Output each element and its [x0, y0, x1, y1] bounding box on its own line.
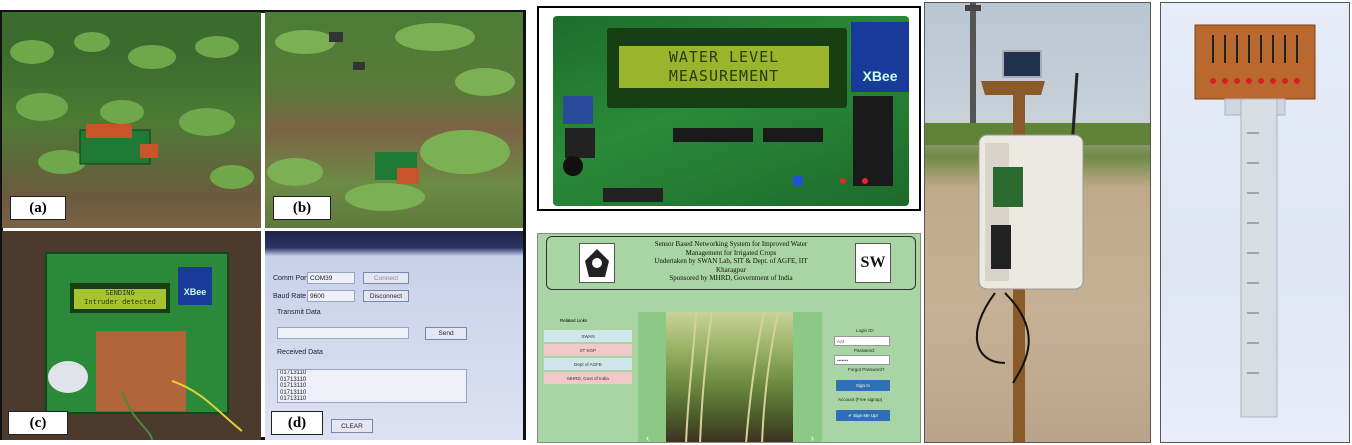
panel-label-b: (b) — [273, 196, 331, 220]
disconnect-button[interactable]: Disconnect — [363, 290, 409, 302]
received-data-list[interactable]: 01713110 01713110 01713110 01713110 0171… — [277, 369, 467, 403]
related-links-heading: Related Links — [560, 318, 588, 323]
sign-in-button[interactable]: Sign In — [836, 380, 890, 391]
send-button[interactable]: Send — [425, 327, 467, 340]
transmit-data-input[interactable] — [277, 327, 409, 339]
received-data-label: Received Data — [277, 349, 323, 356]
slider-next-icon[interactable]: › — [811, 433, 814, 442]
water-level-probe-photo — [1160, 2, 1350, 443]
baud-rate-select[interactable]: 9600 — [307, 290, 355, 302]
comm-port-select[interactable]: COM39 — [307, 272, 355, 284]
link-dept-agfe[interactable]: Dept of AGFE — [544, 358, 632, 370]
panel-label-d: (d) — [271, 411, 323, 435]
link-swan[interactable]: SWAN — [544, 330, 632, 342]
lcd-line-2: Intruder detected — [84, 298, 156, 306]
water-level-board-photo: WATER LEVEL MEASUREMENT XBee — [537, 6, 921, 211]
board-lcd-display: SENDING Intruder detected — [74, 289, 166, 309]
paddy-photo — [666, 311, 793, 442]
received-row: 01713110 — [280, 396, 307, 402]
sign-up-button[interactable]: ✔ Sign Me Up! — [836, 410, 890, 421]
comm-port-label: Comm Port — [273, 275, 309, 282]
swan-logo: SW — [855, 243, 891, 283]
connect-button[interactable]: Connect — [363, 272, 409, 284]
forgot-password-link[interactable]: Forgot Password? — [848, 367, 885, 372]
password-label: Password: — [854, 348, 876, 353]
password-input[interactable]: ••••••• — [834, 355, 890, 365]
lcd-line-1: SENDING — [105, 289, 135, 297]
field-station-graphic — [925, 3, 1150, 442]
probe-graphic — [1194, 24, 1316, 418]
account-signup-label: Account (Free signup) — [838, 397, 883, 402]
pcb-board: WATER LEVEL MEASUREMENT XBee — [553, 16, 909, 206]
board-components-graphic — [563, 96, 893, 202]
login-id-label: Login ID: — [856, 328, 875, 333]
link-iit-kgp[interactable]: IIT KGP — [544, 344, 632, 356]
field-sensor-station-photo — [924, 2, 1151, 443]
website-screenshot: Sensor Based Networking System for Impro… — [537, 233, 921, 443]
panel-b-field-photo: (b) — [265, 12, 523, 228]
panel-c-board-photo: XBee SENDING Intruder detected (c) — [2, 231, 261, 440]
website-header: Sensor Based Networking System for Impro… — [546, 236, 916, 290]
iit-logo-icon — [579, 243, 615, 283]
svg-text:XBee: XBee — [184, 287, 207, 297]
panel-d-serial-monitor: Comm Port COM39 Connect Baud Rate 9600 D… — [265, 231, 523, 440]
link-mhrd[interactable]: MHRD, Govt of India — [544, 372, 632, 384]
clear-button[interactable]: CLEAR — [331, 419, 373, 433]
image-slider[interactable]: ‹ › — [638, 311, 822, 442]
sensor-node-a — [79, 124, 158, 165]
board-graphic: XBee — [45, 252, 243, 440]
baud-rate-label: Baud Rate — [273, 293, 307, 300]
slider-prev-icon[interactable]: ‹ — [646, 433, 649, 442]
panel-label-c: (c) — [8, 411, 68, 435]
panel-label-a: (a) — [10, 196, 66, 220]
login-id-input[interactable]: AAI — [834, 336, 890, 346]
sensor-node-b — [375, 152, 419, 184]
panel-a-field-photo: (a) — [2, 12, 261, 228]
transmit-data-label: Transmit Data — [277, 309, 321, 316]
